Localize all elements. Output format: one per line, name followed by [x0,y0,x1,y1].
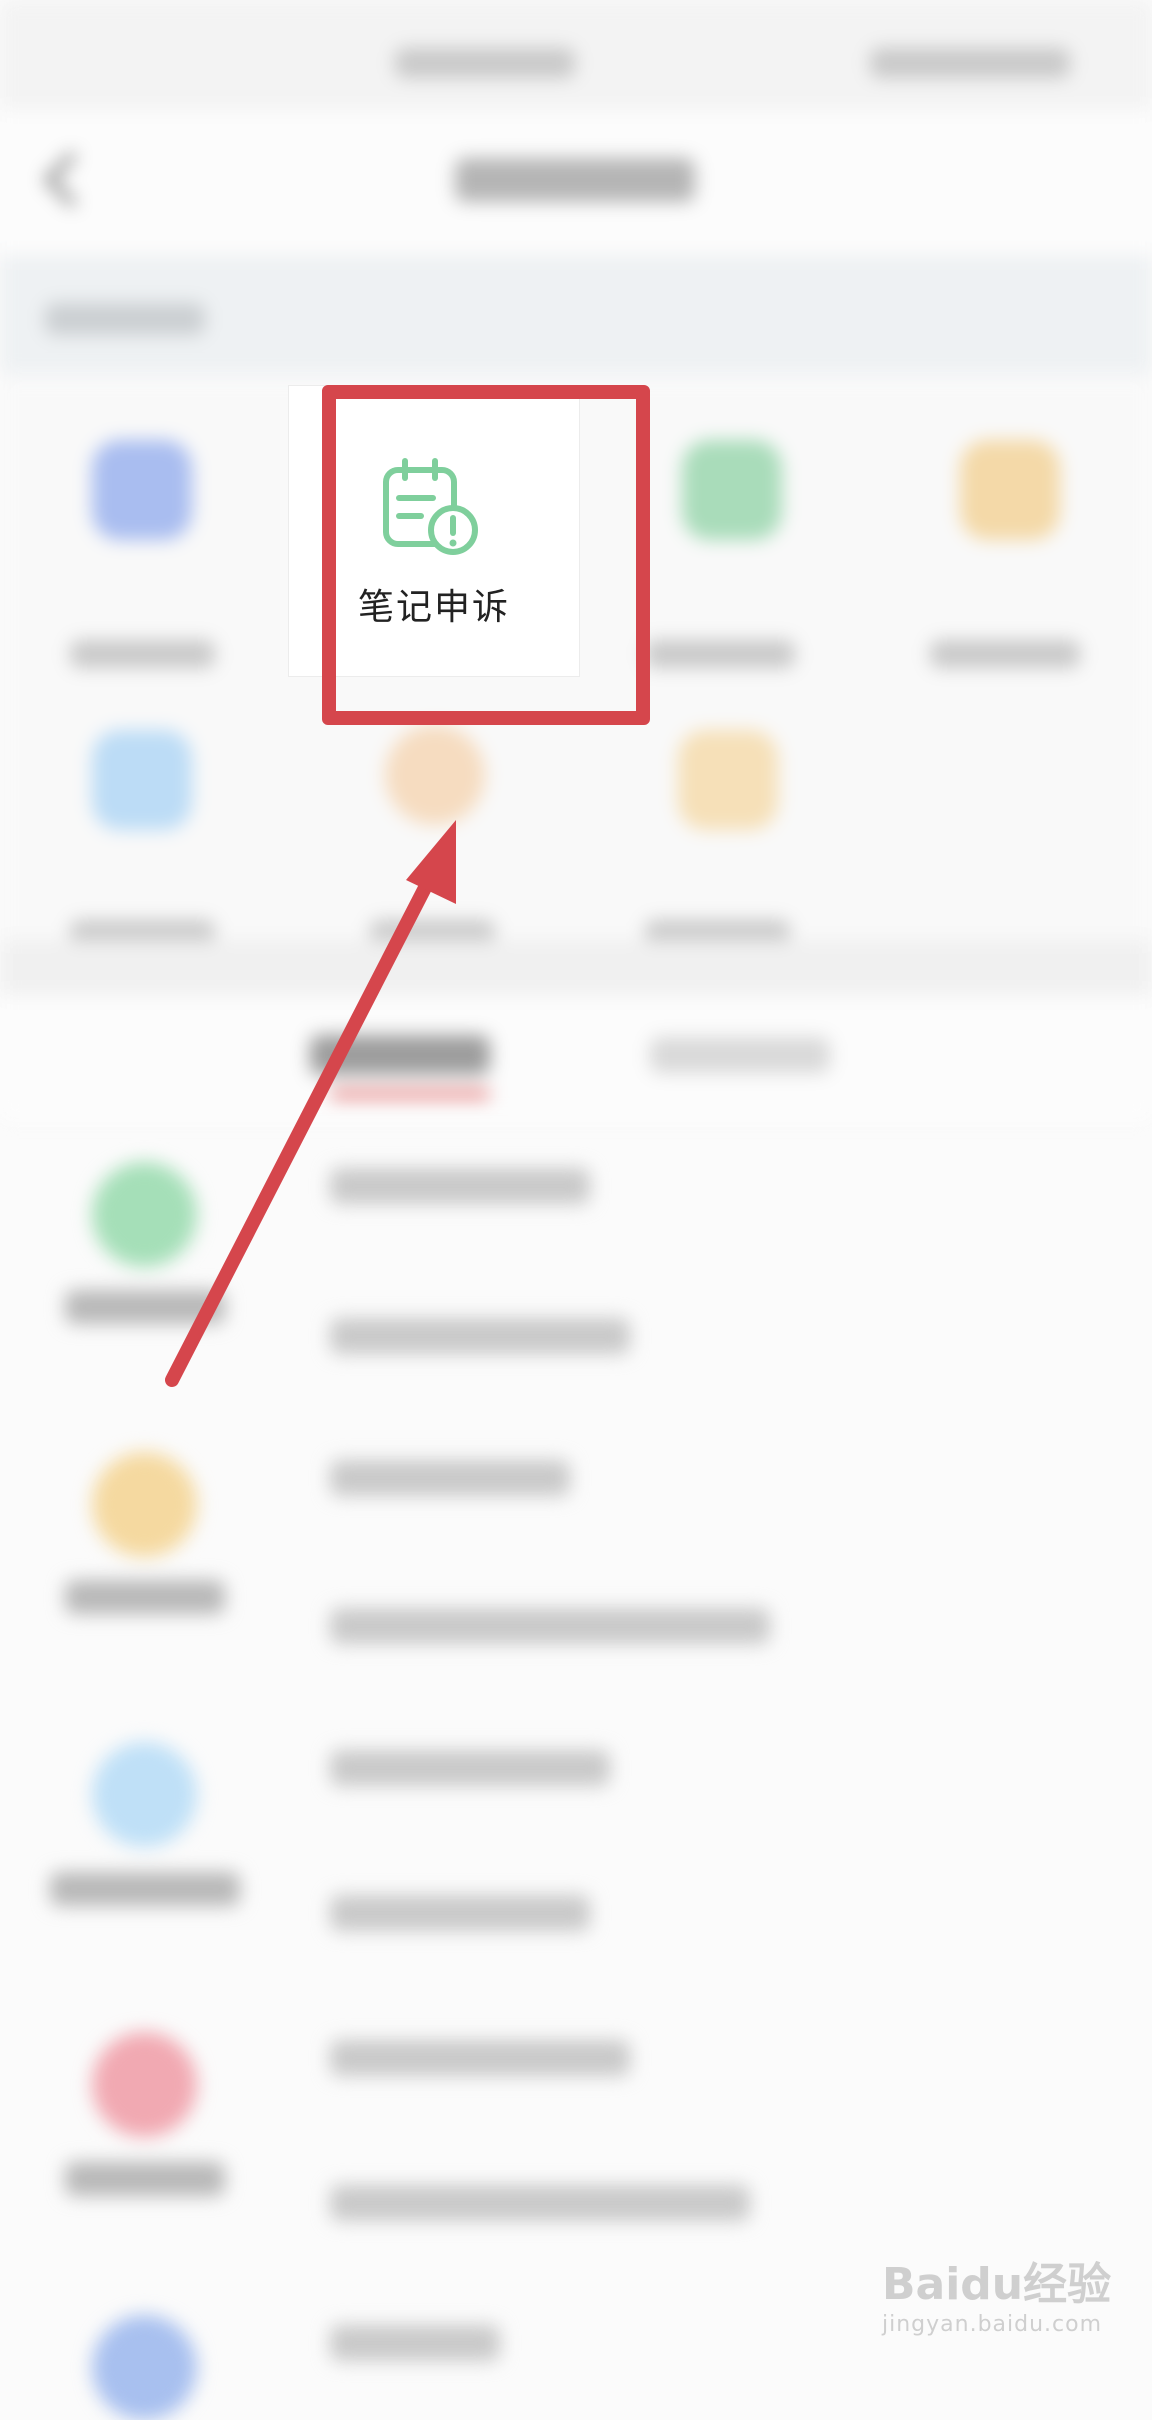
watermark-domain: jingyan.baidu.com [882,2312,1103,2337]
watermark-brand: Baidu经验 [882,2259,1112,2310]
baidu-watermark: Baidu经验 jingyan.baidu.com [882,2248,1111,2337]
annotation-arrow [165,820,456,1387]
